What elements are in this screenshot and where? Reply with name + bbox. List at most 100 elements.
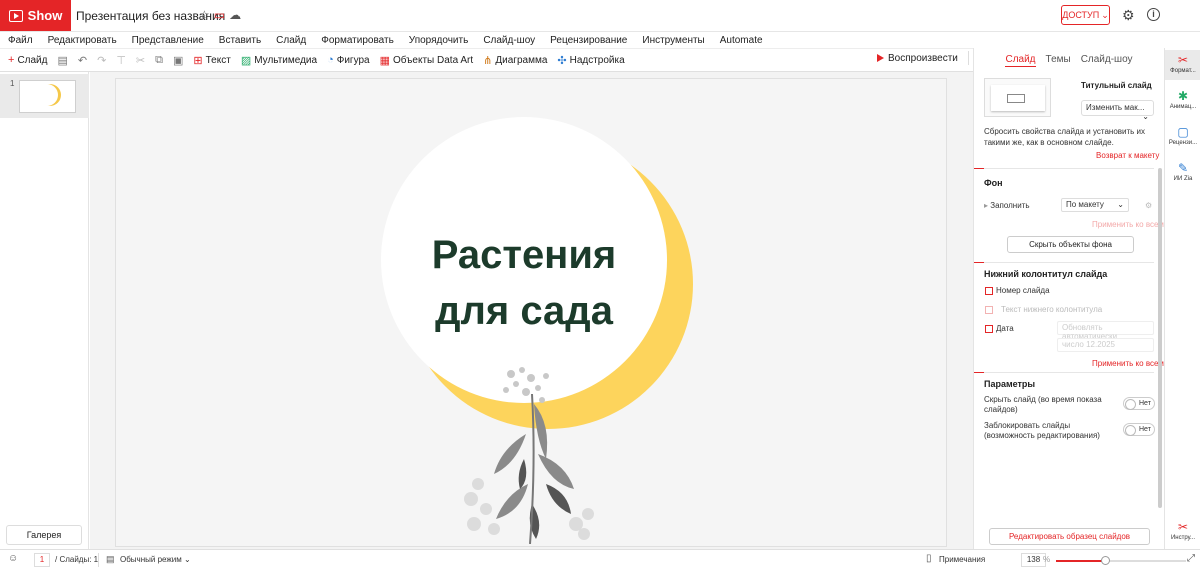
info-icon[interactable]: i [1147, 8, 1160, 21]
slide-thumbnail-number: 1 [10, 79, 15, 88]
zoom-slider-knob[interactable] [1101, 556, 1111, 565]
footer-text-checkbox[interactable] [985, 306, 993, 314]
add-slide-button[interactable]: + Слайд [8, 54, 47, 66]
tab-themes[interactable]: Темы [1046, 54, 1071, 67]
slide-canvas-area: Растения для сада [90, 72, 973, 549]
menu-slide[interactable]: Слайд [276, 35, 306, 46]
change-layout-select[interactable]: Изменить мак... ⌄ [1081, 100, 1154, 121]
zoom-slider-fill [1056, 560, 1106, 562]
tab-slideshow[interactable]: Слайд-шоу [1081, 54, 1133, 67]
page-number-input[interactable]: 1 [34, 553, 50, 567]
slide-thumbnail-row[interactable]: 1 [0, 74, 89, 118]
edit-master-slides-button[interactable]: Редактировать образец слайдов [989, 528, 1150, 545]
tab-slide[interactable]: Слайд [1005, 54, 1036, 67]
play-icon [877, 54, 884, 62]
layout-button[interactable]: ▤ [57, 54, 67, 67]
paste-icon: ▣ [173, 54, 184, 67]
shape-button[interactable]: ◔ Фигура [327, 54, 370, 66]
layout-thumbnail[interactable] [984, 78, 1051, 117]
textbox-icon: ⊞ [193, 54, 203, 67]
rail-tools[interactable]: ✂ Инстру... [1165, 520, 1200, 546]
flowers-image[interactable] [456, 364, 606, 544]
slide-number-label: Номер слайда [996, 286, 1050, 295]
dataart-button[interactable]: ▦ Объекты Data Art [380, 54, 474, 67]
menu-automate[interactable]: Automate [720, 35, 763, 46]
background-title: Фон [984, 178, 1003, 188]
fill-label: ▸ Заполнить [984, 201, 1030, 210]
menu-arrange[interactable]: Упорядочить [409, 35, 469, 46]
redo-button[interactable]: ↷ [97, 54, 106, 67]
params-title: Параметры [984, 379, 1036, 389]
menu-format[interactable]: Форматировать [321, 35, 394, 46]
app-logo[interactable]: Show [0, 0, 71, 31]
media-button[interactable]: ▨ Мультимедиа [241, 54, 317, 67]
view-mode-select[interactable]: Обычный режим ⌄ [120, 555, 191, 564]
toolbar: + Слайд ▤ ↶ ↷ ⊤ ✂ ⧉ ▣ ⊞ Текст ▨ Мультимедиа… [0, 48, 981, 72]
format-painter-button[interactable]: ⊤ [116, 54, 126, 67]
folder-icon[interactable]: ▭ [214, 8, 225, 22]
paste-button[interactable]: ▣ [173, 54, 183, 67]
menu-view[interactable]: Представление [132, 35, 204, 46]
fill-select[interactable]: По макету ⌄ [1061, 198, 1129, 212]
hide-background-objects-button[interactable]: Скрыть объекты фона [1007, 236, 1134, 253]
notes-icon: ▯ [926, 553, 932, 564]
rail-format[interactable]: ✂ Формат... [1165, 50, 1200, 80]
zoom-slider[interactable] [1056, 556, 1186, 565]
undo-button[interactable]: ↶ [78, 54, 87, 67]
gallery-button[interactable]: Галерея [6, 525, 82, 545]
rail-zia[interactable]: ✎ ИИ Zia [1165, 158, 1200, 188]
hide-slide-label: Скрыть слайд (во время показа слайдов) [984, 395, 1102, 414]
chat-icon[interactable]: ☺ [8, 553, 18, 564]
footer-title: Нижний колонтитул слайда [984, 269, 1108, 279]
layout-icon: ▤ [57, 54, 68, 67]
menu-tools[interactable]: Инструменты [642, 35, 704, 46]
date-label: Дата [996, 324, 1014, 333]
format-panel: Слайд Темы Слайд-шоу Титульный слайд Изм… [973, 48, 1164, 549]
normal-view-icon: ▤ [106, 554, 115, 564]
play-button[interactable]: Воспроизвести ⌄ [877, 51, 981, 65]
menu-file[interactable]: Файл [8, 35, 33, 46]
rail-animation[interactable]: ✱ Анимац... [1165, 86, 1200, 116]
footer-text-label: Текст нижнего колонтитула [1001, 305, 1103, 314]
format-panel-scrollbar[interactable] [1158, 168, 1162, 508]
notes-button[interactable]: Примечания [939, 555, 985, 564]
date-format-select[interactable]: число 12.2025 [1057, 338, 1154, 352]
apply-all-link[interactable]: Применить ко всем [1092, 220, 1164, 229]
cut-button[interactable]: ✂ [136, 54, 145, 67]
apply-all-footer-link[interactable]: Применить ко всем [1092, 359, 1164, 368]
hide-slide-toggle[interactable]: Нет [1123, 397, 1155, 410]
layout-name: Титульный слайд [1081, 81, 1152, 90]
cloud-icon[interactable]: ☁ [229, 8, 241, 22]
fullscreen-icon[interactable]: ⤢ [1187, 553, 1195, 564]
fill-settings-icon[interactable]: ⚙ [1145, 201, 1152, 210]
slide-number-checkbox[interactable] [985, 287, 993, 295]
date-auto-select[interactable]: Обновлять автоматически [1057, 321, 1154, 341]
slide-canvas[interactable]: Растения для сада [115, 78, 947, 547]
date-checkbox[interactable] [985, 325, 993, 333]
slides-pane: 1 Галерея [0, 72, 89, 549]
slide-thumbnail[interactable] [19, 80, 76, 113]
menu-review[interactable]: Рецензирование [550, 35, 627, 46]
text-button[interactable]: ⊞ Текст [193, 54, 230, 67]
rail-review[interactable]: ▢ Рецензи... [1165, 122, 1200, 152]
star-icon[interactable]: ☆ [199, 8, 210, 22]
slide-title[interactable]: Растения для сада [381, 227, 667, 339]
image-icon: ▨ [240, 54, 252, 67]
app-name: Show [27, 8, 63, 23]
slides-count: / Слайды: 1 [55, 555, 99, 564]
copy-button[interactable]: ⧉ [155, 54, 163, 67]
reset-to-layout-link[interactable]: Возврат к макету [1096, 151, 1159, 160]
access-button[interactable]: ДОСТУП ⌄ [1061, 5, 1110, 25]
zia-ai-icon: ✎ [1177, 161, 1189, 175]
gear-icon[interactable]: ⚙ [1122, 7, 1135, 24]
lock-slide-toggle[interactable]: Нет [1123, 423, 1155, 436]
addon-button[interactable]: ✣ Надстройка [557, 54, 624, 67]
puzzle-icon: ✣ [557, 54, 567, 67]
comment-icon: ▢ [1177, 125, 1189, 139]
right-rail: ✂ Формат... ✱ Анимац... ▢ Рецензи... ✎ ИИ Zi… [1164, 48, 1200, 549]
chart-button[interactable]: ⋔ Диаграмма [483, 54, 547, 67]
menu-slideshow[interactable]: Слайд-шоу [483, 35, 535, 46]
menu-insert[interactable]: Вставить [219, 35, 261, 46]
scissors-icon: ✂ [135, 54, 146, 67]
menu-edit[interactable]: Редактировать [48, 35, 117, 46]
